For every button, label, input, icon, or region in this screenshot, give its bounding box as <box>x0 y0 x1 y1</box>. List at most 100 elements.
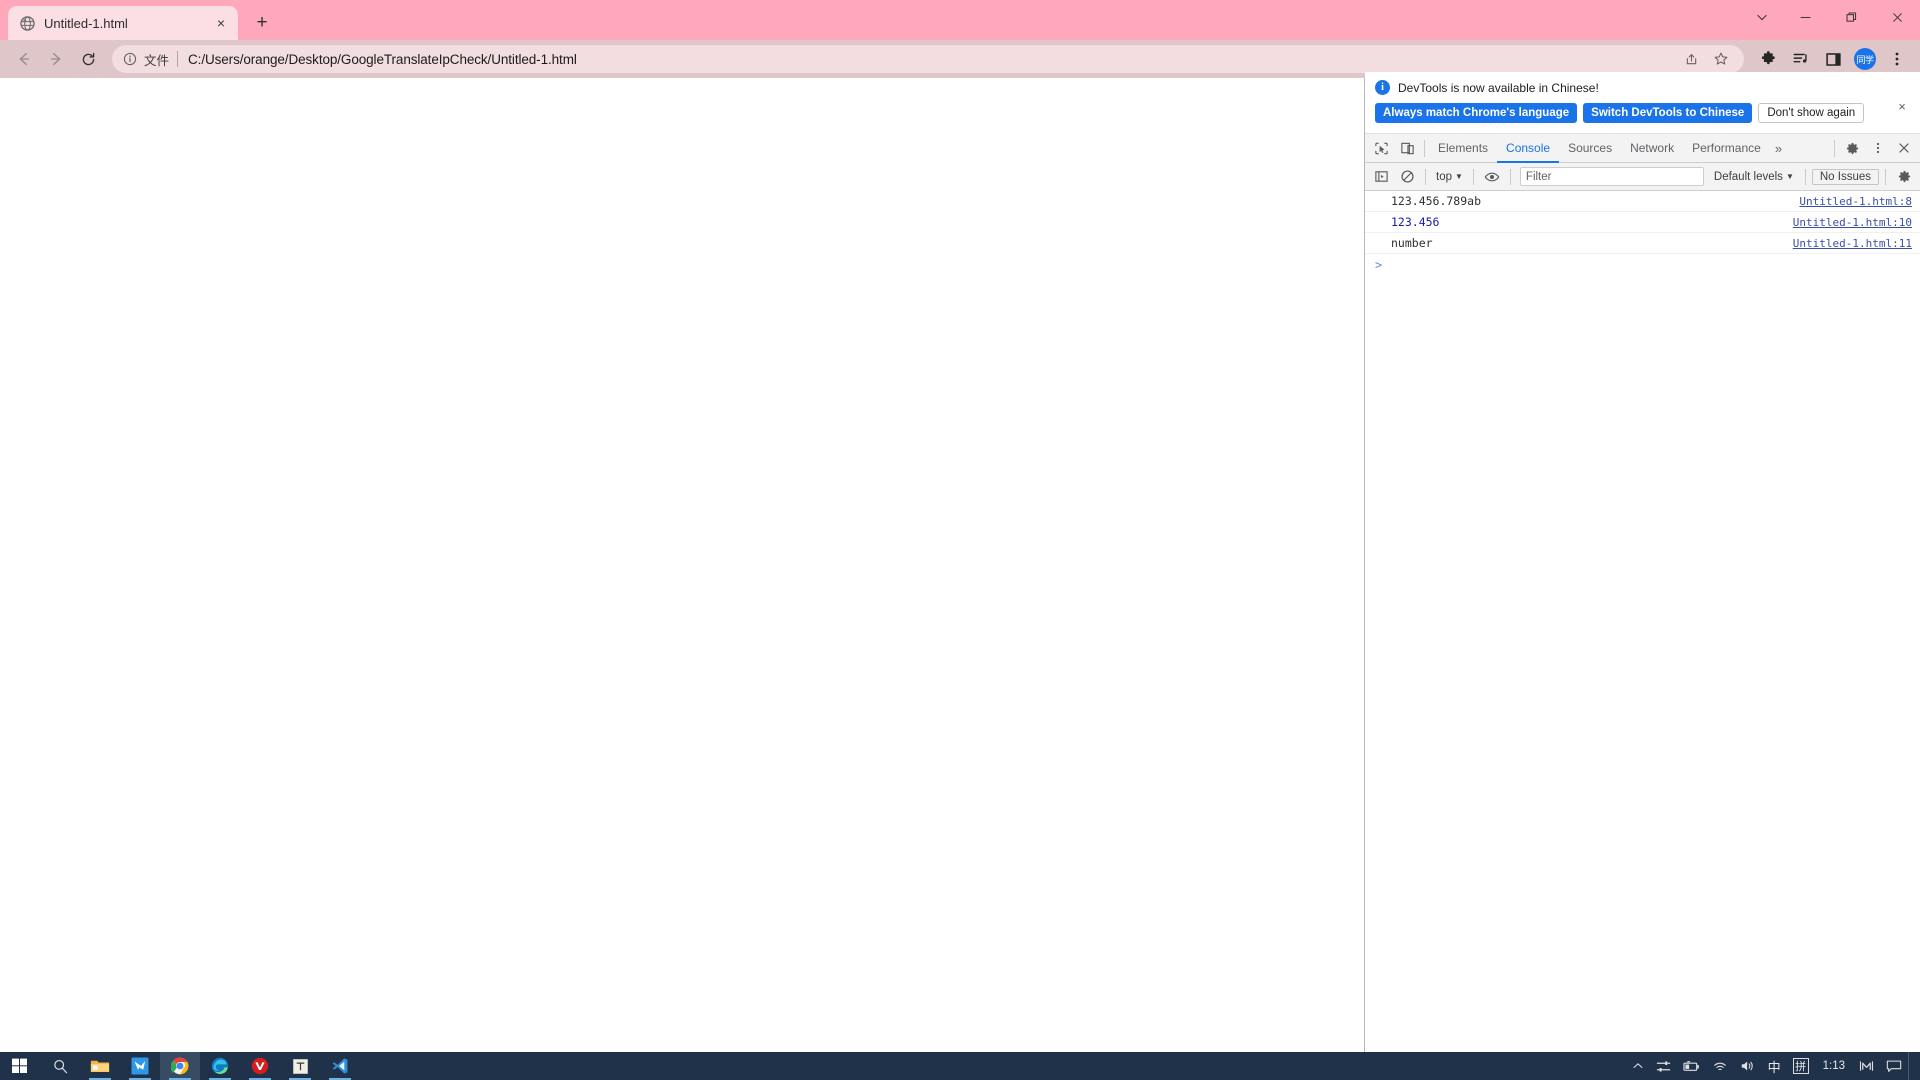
globe-icon <box>19 15 35 31</box>
wifi-icon[interactable] <box>1706 1052 1734 1080</box>
console-message-text: 123.456.789ab <box>1391 194 1482 208</box>
tab-performance[interactable]: Performance <box>1683 134 1770 163</box>
tab-sources[interactable]: Sources <box>1559 134 1621 163</box>
media-playlist-icon[interactable] <box>1786 44 1816 74</box>
volume-icon[interactable] <box>1734 1052 1762 1080</box>
show-desktop-button[interactable] <box>1908 1052 1916 1080</box>
minimize-icon[interactable] <box>1782 0 1828 34</box>
star-icon[interactable] <box>1708 46 1734 72</box>
console-message-row[interactable]: 123.456 Untitled-1.html:10 <box>1365 212 1920 233</box>
new-tab-button[interactable]: + <box>248 9 276 37</box>
gear-icon[interactable] <box>1839 135 1865 161</box>
address-separator <box>177 51 179 67</box>
console-output[interactable]: 123.456.789ab Untitled-1.html:8 123.456 … <box>1365 191 1920 1052</box>
taskbar-clock[interactable]: 1:13 <box>1815 1060 1853 1072</box>
system-tray: 中 拼 1:13 <box>1626 1052 1920 1080</box>
console-filter-input[interactable]: Filter <box>1519 167 1704 186</box>
forward-arrow-icon[interactable] <box>40 43 72 75</box>
issues-status-badge[interactable]: No Issues <box>1811 168 1879 185</box>
page-viewport[interactable] <box>0 78 1364 1052</box>
devtools-tab-bar: Elements Console Sources Network Perform… <box>1365 134 1920 163</box>
windows-taskbar: 中 拼 1:13 <box>0 1052 1920 1080</box>
avatar-initials: 同学 <box>1854 48 1876 70</box>
devtools-language-notice: i DevTools is now available in Chinese! … <box>1365 72 1920 134</box>
filterbar-separator-2 <box>1472 168 1474 185</box>
chevron-down-icon: ▼ <box>1455 172 1463 181</box>
live-expression-eye-icon[interactable] <box>1480 165 1504 189</box>
switch-devtools-language-button[interactable]: Switch DevTools to Chinese <box>1583 103 1753 123</box>
context-label: top <box>1436 170 1452 183</box>
console-message-source[interactable]: Untitled-1.html:8 <box>1799 195 1912 208</box>
address-bar[interactable]: 文件 C:/Users/orange/Desktop/GoogleTransla… <box>112 45 1744 73</box>
chrome-browser-window: Untitled-1.html × + 文件 C:/Users/orange/D… <box>0 0 1920 1052</box>
devtools-panel: i DevTools is now available in Chinese! … <box>1365 72 1920 1052</box>
dont-show-again-button[interactable]: Don't show again <box>1758 103 1865 123</box>
info-circle-icon[interactable] <box>122 51 138 67</box>
console-message-source[interactable]: Untitled-1.html:11 <box>1793 237 1912 250</box>
console-message-text: number <box>1391 236 1433 250</box>
window-controls <box>1742 0 1920 34</box>
extensions-puzzle-icon[interactable] <box>1754 44 1784 74</box>
execution-context-selector[interactable]: top ▼ <box>1432 171 1467 183</box>
ime-pinyin-label: 拼 <box>1792 1058 1809 1074</box>
filterbar-separator-5 <box>1885 168 1886 185</box>
notice-close-icon[interactable]: × <box>1894 98 1910 114</box>
tab-console[interactable]: Console <box>1497 134 1559 163</box>
three-dot-menu-icon[interactable] <box>1882 44 1912 74</box>
battery-icon[interactable] <box>1677 1052 1706 1080</box>
filterbar-separator-3 <box>1509 168 1511 185</box>
back-arrow-icon[interactable] <box>8 43 40 75</box>
tab-title: Untitled-1.html <box>44 15 128 31</box>
side-panel-icon[interactable] <box>1818 44 1848 74</box>
edge-icon[interactable] <box>200 1052 240 1080</box>
tab-network[interactable]: Network <box>1621 134 1683 163</box>
share-icon[interactable] <box>1678 46 1704 72</box>
address-scheme-label: 文件 <box>144 53 170 68</box>
vivaldi-icon[interactable] <box>240 1052 280 1080</box>
console-message-source[interactable]: Untitled-1.html:10 <box>1793 216 1912 229</box>
vscode-icon[interactable] <box>320 1052 360 1080</box>
console-message-row[interactable]: number Untitled-1.html:11 <box>1365 233 1920 254</box>
browser-tab[interactable]: Untitled-1.html × <box>8 6 238 40</box>
clear-console-icon[interactable] <box>1395 165 1419 189</box>
typora-icon[interactable] <box>280 1052 320 1080</box>
tabs-overflow-icon[interactable]: » <box>1770 141 1787 156</box>
chevron-down-icon-levels: ▼ <box>1785 172 1794 181</box>
file-explorer-icon[interactable] <box>80 1052 120 1080</box>
ime-mode-indicator[interactable]: 中 <box>1762 1052 1787 1080</box>
reload-icon[interactable] <box>72 43 104 75</box>
console-filter-bar: top ▼ Filter Default levels ▼ No Issues <box>1365 163 1920 191</box>
start-button[interactable] <box>0 1052 40 1080</box>
notification-icon[interactable] <box>1880 1052 1908 1080</box>
tabbar-separator-2 <box>1834 139 1835 157</box>
console-message-row[interactable]: 123.456.789ab Untitled-1.html:8 <box>1365 191 1920 212</box>
filterbar-separator <box>1425 168 1426 185</box>
tab-elements[interactable]: Elements <box>1429 134 1497 163</box>
always-match-language-button[interactable]: Always match Chrome's language <box>1375 103 1578 123</box>
search-button[interactable] <box>40 1052 80 1080</box>
three-dot-vertical-icon[interactable] <box>1865 135 1891 161</box>
tab-close-icon[interactable]: × <box>212 14 230 32</box>
info-badge-icon: i <box>1375 80 1390 95</box>
prompt-caret-icon: > <box>1375 258 1383 272</box>
address-url: C:/Users/orange/Desktop/GoogleTranslateI… <box>188 51 577 67</box>
inspect-cursor-icon[interactable] <box>1368 135 1394 161</box>
device-toolbar-icon[interactable] <box>1394 135 1420 161</box>
m-meter-icon[interactable] <box>1853 1052 1880 1080</box>
tab-strip: Untitled-1.html × + <box>0 0 1920 40</box>
console-settings-gear-icon[interactable] <box>1892 165 1916 189</box>
console-message-text: 123.456 <box>1391 215 1440 229</box>
tab-search-chevron-icon[interactable] <box>1742 0 1782 34</box>
profile-avatar[interactable]: 同学 <box>1850 44 1880 74</box>
console-input-prompt[interactable]: > <box>1365 254 1920 276</box>
tray-overflow-chevron-icon[interactable] <box>1626 1052 1650 1080</box>
bird-app-icon[interactable] <box>120 1052 160 1080</box>
close-icon[interactable] <box>1874 0 1920 34</box>
close-devtools-icon[interactable] <box>1891 135 1917 161</box>
network-sliders-icon[interactable] <box>1650 1052 1677 1080</box>
chrome-icon[interactable] <box>160 1052 200 1080</box>
maximize-icon[interactable] <box>1828 0 1874 34</box>
console-sidebar-icon[interactable] <box>1369 165 1393 189</box>
ime-pinyin-indicator[interactable]: 拼 <box>1787 1052 1815 1080</box>
log-levels-selector[interactable]: Default levels ▼ <box>1709 171 1799 183</box>
